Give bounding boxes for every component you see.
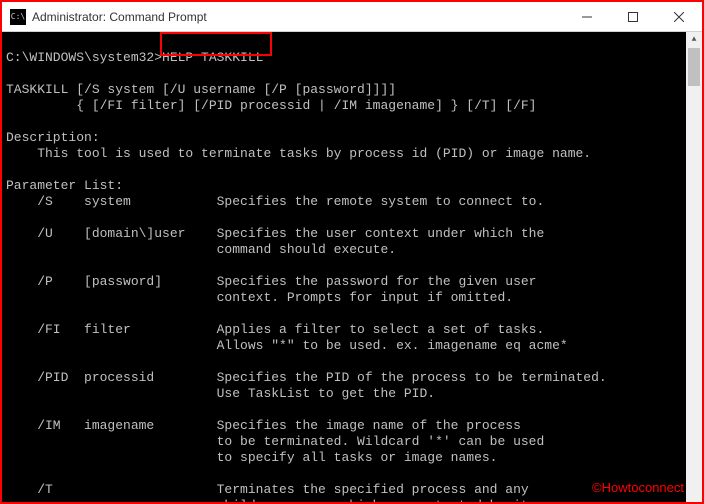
scrollbar-thumb[interactable] xyxy=(688,48,700,86)
scroll-up-arrow-icon[interactable]: ▲ xyxy=(686,32,702,48)
terminal[interactable]: C:\WINDOWS\system32>HELP TASKKILL TASKKI… xyxy=(2,32,702,502)
maximize-button[interactable] xyxy=(610,2,656,32)
minimize-button[interactable] xyxy=(564,2,610,32)
cmd-icon: C:\ xyxy=(10,9,26,25)
window-title: Administrator: Command Prompt xyxy=(32,10,207,24)
close-button[interactable] xyxy=(656,2,702,32)
close-icon xyxy=(674,12,684,22)
minimize-icon xyxy=(582,12,592,22)
terminal-content: C:\WINDOWS\system32>HELP TASKKILL TASKKI… xyxy=(2,32,686,502)
vertical-scrollbar[interactable]: ▲ xyxy=(686,32,702,502)
maximize-icon xyxy=(628,12,638,22)
titlebar: C:\ Administrator: Command Prompt xyxy=(2,2,702,32)
